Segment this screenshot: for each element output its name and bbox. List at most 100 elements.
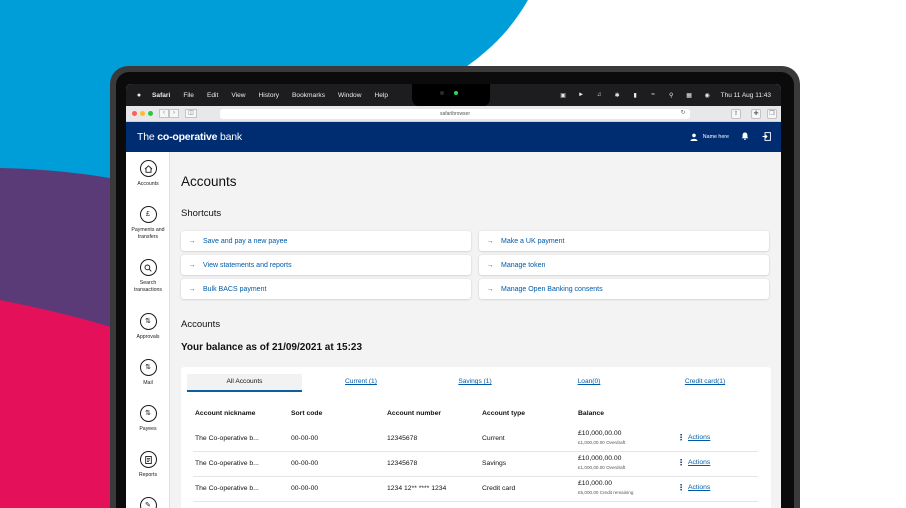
- logo-bold: co-operative: [157, 131, 218, 143]
- sidebar-item-search[interactable]: Search transactions: [126, 259, 170, 294]
- spotlight-search-icon[interactable]: ⚲: [667, 92, 676, 99]
- row-divider: [193, 501, 758, 502]
- cell-balance: £10,000,00.00: [578, 455, 622, 462]
- apple-icon[interactable]: ●: [126, 92, 152, 99]
- actions-link[interactable]: Actions: [688, 434, 710, 441]
- sidebar-item-reports[interactable]: Reports: [126, 451, 170, 479]
- volume-icon[interactable]: ♫: [595, 92, 604, 98]
- column-header-balance: Balance: [578, 410, 605, 417]
- shortcut-bulk-bacs[interactable]: → Bulk BACS payment: [181, 279, 471, 299]
- shortcut-view-statements[interactable]: → View statements and reports: [181, 255, 471, 275]
- cell-account-number: 12345678: [387, 460, 418, 467]
- reload-icon[interactable]: ↻: [678, 109, 688, 119]
- more-vertical-icon: ⋮: [677, 458, 685, 467]
- bluetooth-icon[interactable]: ✱: [613, 92, 622, 99]
- tab-overview-button[interactable]: ❐: [767, 109, 777, 119]
- cell-sort-code: 00-00-00: [291, 435, 319, 442]
- sidebar-item-payees[interactable]: ⇅ Payees: [126, 405, 170, 433]
- arrow-right-icon: →: [188, 285, 196, 293]
- sidebar-item-label: Approvals: [136, 334, 160, 340]
- home-icon: [139, 160, 157, 177]
- cell-account-number: 12345678: [387, 435, 418, 442]
- battery-icon[interactable]: ▮: [631, 92, 640, 99]
- siri-icon[interactable]: ◉: [703, 92, 712, 99]
- pound-icon: £: [139, 206, 157, 223]
- shortcut-label: View statements and reports: [203, 261, 292, 269]
- user-icon: [690, 133, 698, 141]
- sidebar-item-approvals[interactable]: ⇅ Approvals: [126, 313, 170, 341]
- tab-loan[interactable]: Loan(0): [537, 374, 641, 392]
- close-window-button[interactable]: [132, 111, 137, 116]
- new-tab-button[interactable]: ✚: [751, 109, 761, 119]
- logout-icon[interactable]: [761, 131, 771, 141]
- zoom-window-button[interactable]: [148, 111, 153, 116]
- actions-link[interactable]: Actions: [688, 459, 710, 466]
- arrow-right-icon: →: [486, 261, 494, 269]
- user-menu[interactable]: Name here: [690, 133, 729, 141]
- actions-menu[interactable]: ⋮ Actions: [677, 433, 710, 442]
- menu-bookmarks[interactable]: Bookmarks: [292, 92, 325, 99]
- more-vertical-icon: ⋮: [677, 483, 685, 492]
- shortcut-label: Manage Open Banking consents: [501, 285, 603, 293]
- sidebar-item-label: Search transactions: [134, 280, 162, 293]
- actions-link[interactable]: Actions: [688, 484, 710, 491]
- shortcut-save-pay-new-payee[interactable]: → Save and pay a new payee: [181, 231, 471, 251]
- tab-all-accounts[interactable]: All Accounts: [187, 374, 302, 392]
- search-icon: [139, 259, 157, 276]
- back-button[interactable]: ‹: [159, 109, 169, 118]
- cell-balance-note: £1,000,00.00 Overdraft: [578, 465, 626, 470]
- cell-nickname[interactable]: The Co-operative b...: [195, 460, 259, 467]
- cell-account-type: Current: [482, 435, 505, 442]
- url-bar[interactable]: safaribrowser: [220, 109, 690, 119]
- share-button[interactable]: ⇧: [731, 109, 741, 119]
- mail-icon: ⇅: [139, 359, 157, 376]
- sidebar-item-accounts[interactable]: Accounts: [126, 160, 170, 188]
- actions-menu[interactable]: ⋮ Actions: [677, 483, 710, 492]
- cell-sort-code: 00-00-00: [291, 460, 319, 467]
- menu-help[interactable]: Help: [374, 92, 388, 99]
- cell-nickname[interactable]: The Co-operative b...: [195, 485, 259, 492]
- cell-nickname[interactable]: The Co-operative b...: [195, 435, 259, 442]
- sidebar-item-payments[interactable]: £ Payments and transfers: [126, 206, 170, 241]
- shortcut-manage-token[interactable]: → Manage token: [479, 255, 769, 275]
- minimize-window-button[interactable]: [140, 111, 145, 116]
- sidebar-item-more[interactable]: ✎: [126, 497, 170, 508]
- edit-icon: ✎: [139, 497, 157, 508]
- shortcut-open-banking[interactable]: → Manage Open Banking consents: [479, 279, 769, 299]
- reports-icon: [139, 451, 157, 468]
- actions-menu[interactable]: ⋮ Actions: [677, 458, 710, 467]
- display-icon[interactable]: ▣: [559, 92, 568, 99]
- menu-app-name[interactable]: Safari: [152, 92, 170, 99]
- play-icon[interactable]: ►: [577, 92, 586, 98]
- menubar-clock[interactable]: Thu 11 Aug 11:43: [721, 92, 771, 99]
- bank-header: The co-operative bank Name here: [126, 122, 781, 152]
- tab-savings[interactable]: Savings (1): [423, 374, 527, 392]
- cell-sort-code: 00-00-00: [291, 485, 319, 492]
- camera-lens-icon: [440, 91, 444, 95]
- menu-edit[interactable]: Edit: [207, 92, 218, 99]
- column-header-account-type: Account type: [482, 410, 526, 417]
- sidebar-item-label: Payees: [139, 426, 157, 432]
- accounts-card: All Accounts Current (1) Savings (1) Loa…: [181, 367, 771, 508]
- menu-view[interactable]: View: [231, 92, 245, 99]
- bank-logo[interactable]: The co-operative bank: [137, 131, 242, 143]
- cell-balance-note: £5,000.00 Credit remaining: [578, 490, 634, 495]
- arrow-right-icon: →: [188, 237, 196, 245]
- notifications-bell-icon[interactable]: [740, 131, 750, 141]
- sidebar-item-label: Reports: [138, 472, 158, 478]
- sidebar-item-mail[interactable]: ⇅ Mail: [126, 359, 170, 387]
- logo-suffix: bank: [219, 131, 242, 143]
- tab-current[interactable]: Current (1): [309, 374, 413, 392]
- sidebar-toggle-button[interactable]: ◫: [185, 109, 197, 118]
- wifi-icon[interactable]: ≈: [649, 92, 658, 98]
- forward-button[interactable]: ›: [169, 109, 179, 118]
- tab-credit-card[interactable]: Credit card(1): [651, 374, 759, 392]
- laptop-screen: ● Safari File Edit View History Bookmark…: [126, 84, 781, 508]
- main-content: Accounts Shortcuts → Save and pay a new …: [170, 152, 781, 508]
- camera-light-icon: [454, 91, 458, 95]
- menu-history[interactable]: History: [259, 92, 280, 99]
- shortcut-make-uk-payment[interactable]: → Make a UK payment: [479, 231, 769, 251]
- control-center-icon[interactable]: ▦: [685, 92, 694, 99]
- menu-file[interactable]: File: [183, 92, 194, 99]
- menu-window[interactable]: Window: [338, 92, 361, 99]
